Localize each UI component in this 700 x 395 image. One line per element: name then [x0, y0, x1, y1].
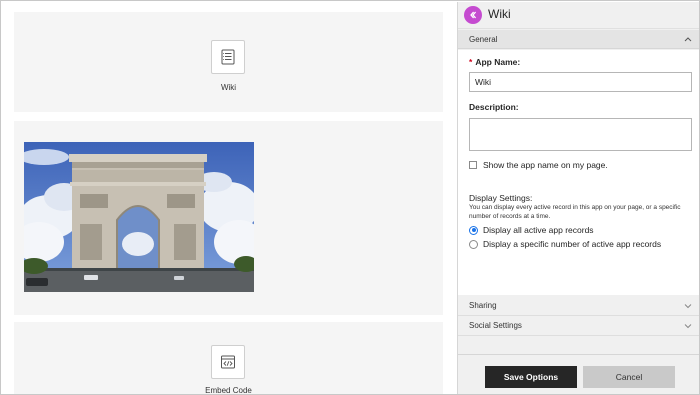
display-specific-number-option[interactable]: Display a specific number of active app …: [469, 239, 661, 249]
save-options-button[interactable]: Save Options: [485, 366, 577, 388]
show-app-name-option[interactable]: Show the app name on my page.: [469, 160, 608, 170]
display-settings-help: You can display every active record in t…: [469, 204, 681, 220]
display-settings-label: Display Settings:: [469, 193, 533, 203]
page-canvas: Wiki Embed Code: [2, 2, 457, 395]
arc-de-triomphe-photo: [24, 142, 254, 292]
general-section-form: *App Name: Description: Show the app nam…: [458, 50, 699, 295]
embed-code-app-tile[interactable]: Embed Code: [14, 322, 443, 395]
embed-code-app-label: Embed Code: [205, 386, 252, 395]
wiki-app-label: Wiki: [220, 83, 237, 92]
sharing-section-label: Sharing: [469, 301, 497, 310]
general-section-label: General: [469, 35, 498, 44]
panel-title: Wiki: [488, 7, 511, 21]
embed-code-icon[interactable]: [211, 345, 245, 379]
app-name-input[interactable]: [469, 72, 692, 92]
wiki-document-icon[interactable]: [211, 40, 245, 74]
app-name-label: * App Name:: [469, 57, 521, 67]
display-all-records-radio[interactable]: [469, 225, 478, 235]
display-specific-number-radio[interactable]: [469, 239, 478, 249]
show-app-name-label: Show the app name on my page.: [483, 160, 608, 170]
chevron-left-icon: [470, 11, 477, 19]
chevron-down-icon: [684, 316, 692, 344]
sharing-section-header[interactable]: Sharing: [458, 296, 699, 316]
app-window: Wiki Embed Code Wiki General * App Name:…: [0, 0, 700, 395]
back-button[interactable]: [464, 6, 482, 24]
social-settings-section-header[interactable]: Social Settings: [458, 316, 699, 336]
description-label: Description:: [469, 102, 519, 112]
image-app-tile[interactable]: [14, 121, 443, 315]
show-app-name-checkbox[interactable]: [469, 161, 477, 169]
display-all-records-option[interactable]: Display all active app records: [469, 225, 594, 235]
general-section-header[interactable]: General: [458, 30, 699, 49]
cancel-button[interactable]: Cancel: [583, 366, 675, 388]
panel-header: Wiki: [458, 2, 699, 29]
app-settings-panel: Wiki General *App Name: Description: Sho…: [457, 2, 699, 394]
display-specific-number-label: Display a specific number of active app …: [483, 239, 662, 249]
social-settings-section-label: Social Settings: [469, 321, 522, 330]
panel-footer: Save Options Cancel: [458, 354, 699, 394]
required-marker: *: [469, 57, 473, 67]
description-textarea[interactable]: [469, 118, 692, 151]
wiki-app-tile[interactable]: Wiki: [14, 12, 443, 112]
display-all-records-label: Display all active app records: [483, 225, 594, 235]
